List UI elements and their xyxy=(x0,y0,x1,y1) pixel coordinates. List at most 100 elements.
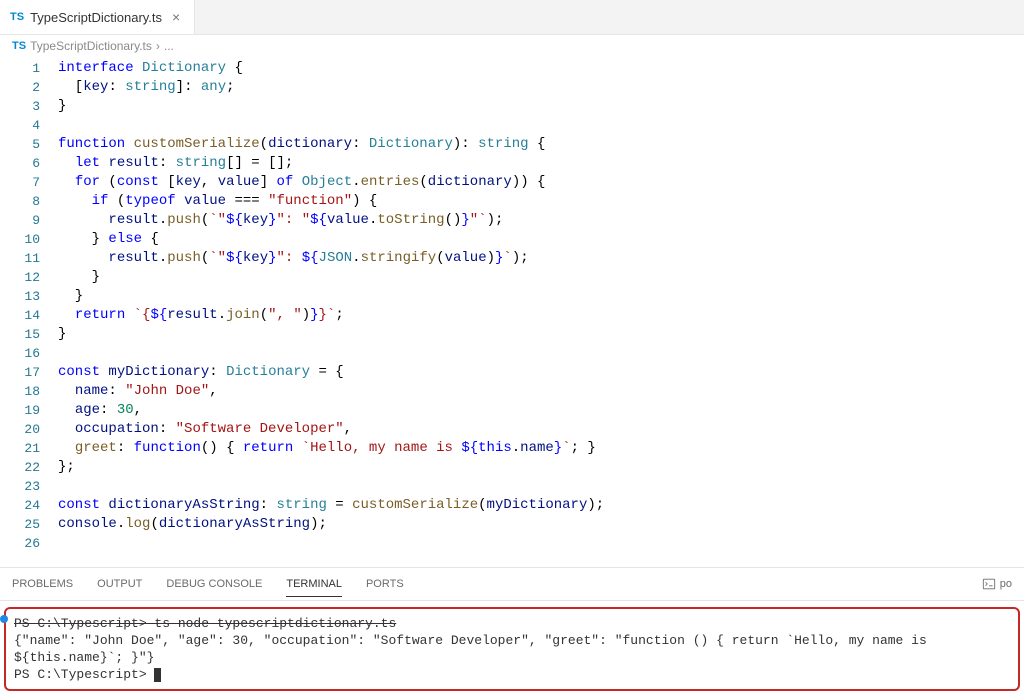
tab-output[interactable]: OUTPUT xyxy=(97,572,142,596)
terminal-panel[interactable]: PS C:\Typescript> ts-node typescriptdict… xyxy=(4,607,1020,691)
code-line[interactable]: 1interface Dictionary { xyxy=(0,59,1024,78)
code-line[interactable]: 12 } xyxy=(0,268,1024,287)
code-content: result.push(`"${key}": "${value.toString… xyxy=(58,211,1024,230)
code-content: greet: function() { return `Hello, my na… xyxy=(58,439,1024,458)
line-number: 10 xyxy=(0,230,58,249)
line-number: 19 xyxy=(0,401,58,420)
code-line[interactable]: 13 } xyxy=(0,287,1024,306)
terminal-line: PS C:\Typescript> ts-node typescriptdict… xyxy=(14,615,1010,632)
code-content: let result: string[] = []; xyxy=(58,154,1024,173)
code-line[interactable]: 5function customSerialize(dictionary: Di… xyxy=(0,135,1024,154)
code-line[interactable]: 10 } else { xyxy=(0,230,1024,249)
code-line[interactable]: 16 xyxy=(0,344,1024,363)
code-line[interactable]: 18 name: "John Doe", xyxy=(0,382,1024,401)
code-content xyxy=(58,116,1024,135)
line-number: 11 xyxy=(0,249,58,268)
editor-tab-active[interactable]: TS TypeScriptDictionary.ts × xyxy=(0,0,195,34)
terminal-shell-label: po xyxy=(1000,578,1012,590)
tab-ports[interactable]: PORTS xyxy=(366,572,404,596)
code-content: occupation: "Software Developer", xyxy=(58,420,1024,439)
code-content: for (const [key, value] of Object.entrie… xyxy=(58,173,1024,192)
line-number: 3 xyxy=(0,97,58,116)
code-line[interactable]: 23 xyxy=(0,477,1024,496)
line-number: 2 xyxy=(0,78,58,97)
line-number: 24 xyxy=(0,496,58,515)
line-number: 5 xyxy=(0,135,58,154)
code-line[interactable]: 14 return `{${result.join(", ")}}`; xyxy=(0,306,1024,325)
code-content: console.log(dictionaryAsString); xyxy=(58,515,1024,534)
code-line[interactable]: 25console.log(dictionaryAsString); xyxy=(0,515,1024,534)
code-line[interactable]: 22}; xyxy=(0,458,1024,477)
code-content: } xyxy=(58,287,1024,306)
line-number: 4 xyxy=(0,116,58,135)
line-number: 22 xyxy=(0,458,58,477)
code-line[interactable]: 9 result.push(`"${key}": "${value.toStri… xyxy=(0,211,1024,230)
code-content xyxy=(58,477,1024,496)
tab-problems[interactable]: PROBLEMS xyxy=(12,572,73,596)
code-line[interactable]: 17const myDictionary: Dictionary = { xyxy=(0,363,1024,382)
tab-filename: TypeScriptDictionary.ts xyxy=(30,10,162,25)
code-content: } xyxy=(58,268,1024,287)
code-line[interactable]: 20 occupation: "Software Developer", xyxy=(0,420,1024,439)
code-line[interactable]: 26 xyxy=(0,534,1024,553)
code-content: result.push(`"${key}": ${JSON.stringify(… xyxy=(58,249,1024,268)
code-line[interactable]: 19 age: 30, xyxy=(0,401,1024,420)
line-number: 17 xyxy=(0,363,58,382)
terminal-line: PS C:\Typescript> xyxy=(14,666,1010,683)
line-number: 14 xyxy=(0,306,58,325)
tab-terminal[interactable]: TERMINAL xyxy=(286,572,342,597)
code-content: if (typeof value === "function") { xyxy=(58,192,1024,211)
breadcrumb[interactable]: TS TypeScriptDictionary.ts › ... xyxy=(0,35,1024,57)
code-line[interactable]: 24const dictionaryAsString: string = cus… xyxy=(0,496,1024,515)
code-line[interactable]: 6 let result: string[] = []; xyxy=(0,154,1024,173)
code-line[interactable]: 4 xyxy=(0,116,1024,135)
code-line[interactable]: 11 result.push(`"${key}": ${JSON.stringi… xyxy=(0,249,1024,268)
code-content: const myDictionary: Dictionary = { xyxy=(58,363,1024,382)
code-content xyxy=(58,534,1024,553)
code-line[interactable]: 15} xyxy=(0,325,1024,344)
code-content: } xyxy=(58,325,1024,344)
code-content: } xyxy=(58,97,1024,116)
typescript-icon: TS xyxy=(12,40,26,52)
active-indicator-icon xyxy=(0,615,8,623)
chevron-right-icon: › xyxy=(156,39,160,53)
code-content: } else { xyxy=(58,230,1024,249)
line-number: 6 xyxy=(0,154,58,173)
code-content: interface Dictionary { xyxy=(58,59,1024,78)
code-content: const dictionaryAsString: string = custo… xyxy=(58,496,1024,515)
code-editor[interactable]: 1interface Dictionary {2 [key: string]: … xyxy=(0,57,1024,561)
line-number: 12 xyxy=(0,268,58,287)
terminal-icon xyxy=(982,577,996,591)
code-content: [key: string]: any; xyxy=(58,78,1024,97)
line-number: 21 xyxy=(0,439,58,458)
terminal-cursor xyxy=(154,668,161,682)
line-number: 18 xyxy=(0,382,58,401)
code-content: }; xyxy=(58,458,1024,477)
code-content: function customSerialize(dictionary: Dic… xyxy=(58,135,1024,154)
tab-debug-console[interactable]: DEBUG CONSOLE xyxy=(166,572,262,596)
line-number: 23 xyxy=(0,477,58,496)
close-icon[interactable]: × xyxy=(168,9,184,25)
code-line[interactable]: 7 for (const [key, value] of Object.entr… xyxy=(0,173,1024,192)
line-number: 16 xyxy=(0,344,58,363)
line-number: 20 xyxy=(0,420,58,439)
code-content: age: 30, xyxy=(58,401,1024,420)
code-line[interactable]: 3} xyxy=(0,97,1024,116)
code-line[interactable]: 2 [key: string]: any; xyxy=(0,78,1024,97)
line-number: 26 xyxy=(0,534,58,553)
typescript-icon: TS xyxy=(10,11,24,23)
line-number: 7 xyxy=(0,173,58,192)
line-number: 13 xyxy=(0,287,58,306)
terminal-line: {"name": "John Doe", "age": 30, "occupat… xyxy=(14,632,1010,666)
breadcrumb-rest: ... xyxy=(164,39,174,53)
line-number: 15 xyxy=(0,325,58,344)
code-line[interactable]: 21 greet: function() { return `Hello, my… xyxy=(0,439,1024,458)
line-number: 9 xyxy=(0,211,58,230)
line-number: 1 xyxy=(0,59,58,78)
terminal-picker[interactable]: po xyxy=(982,577,1012,591)
line-number: 25 xyxy=(0,515,58,534)
code-line[interactable]: 8 if (typeof value === "function") { xyxy=(0,192,1024,211)
editor-tab-bar: TS TypeScriptDictionary.ts × xyxy=(0,0,1024,35)
panel-tab-bar: PROBLEMS OUTPUT DEBUG CONSOLE TERMINAL P… xyxy=(0,567,1024,601)
breadcrumb-file: TypeScriptDictionary.ts xyxy=(30,39,152,53)
